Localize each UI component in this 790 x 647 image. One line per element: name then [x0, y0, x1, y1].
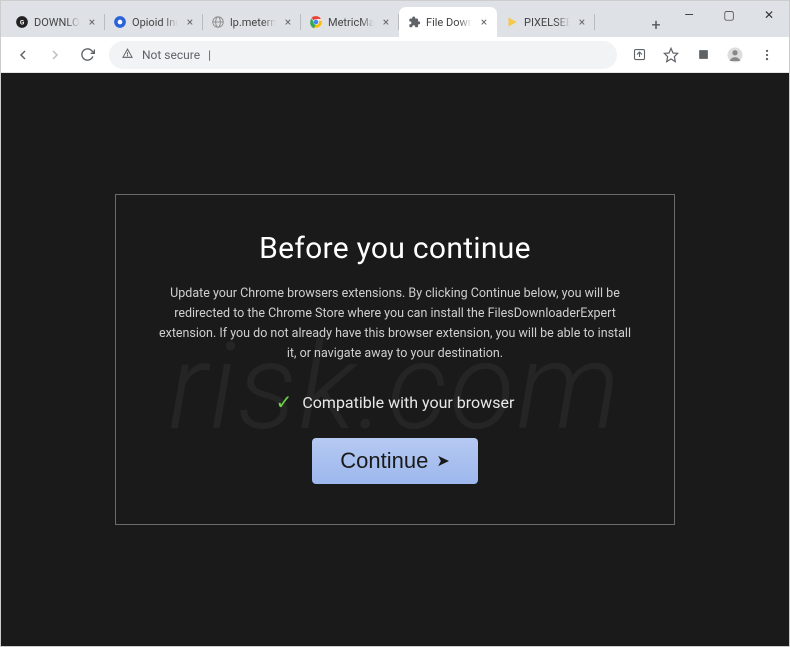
tab-title: lp.metermast	[230, 16, 276, 29]
url-text: |	[208, 48, 211, 62]
tab-close-icon[interactable]: ×	[477, 15, 491, 29]
tab-3[interactable]: MetricMaster ×	[301, 7, 399, 37]
page-content: risk.com Before you continue Update your…	[1, 73, 789, 646]
browser-window: GDOWNLOAD×Opioid Induc×lp.metermast×Metr…	[0, 0, 790, 647]
tab-1[interactable]: Opioid Induc ×	[105, 7, 203, 37]
tab-favicon-icon	[505, 15, 519, 29]
forward-button[interactable]	[41, 41, 69, 69]
compatibility-text: Compatible with your browser	[302, 393, 514, 412]
tab-5[interactable]: PIXELSEE | Yo ×	[497, 7, 595, 37]
compatibility-row: ✓ Compatible with your browser	[156, 390, 634, 414]
security-label: Not secure	[142, 48, 200, 62]
tab-favicon-icon	[309, 15, 323, 29]
tab-0[interactable]: G DOWNLOAD ×	[7, 7, 105, 37]
tab-close-icon[interactable]: ×	[379, 15, 393, 29]
modal-body-text: Update your Chrome browsers extensions. …	[156, 284, 634, 364]
tab-4[interactable]: File Download ×	[399, 7, 497, 37]
minimize-button[interactable]: —	[669, 1, 709, 29]
tab-2[interactable]: lp.metermast ×	[203, 7, 301, 37]
arrow-right-icon: ➤	[436, 451, 449, 471]
tab-close-icon[interactable]: ×	[281, 15, 295, 29]
tab-title: MetricMaster	[328, 16, 374, 29]
svg-text:G: G	[20, 18, 25, 26]
continue-button[interactable]: Continue ➤	[312, 438, 477, 484]
bookmark-star-icon[interactable]	[657, 41, 685, 69]
not-secure-icon	[121, 47, 134, 63]
maximize-button[interactable]: ▢	[709, 1, 749, 29]
checkmark-icon: ✓	[276, 390, 293, 414]
continue-modal: Before you continue Update your Chrome b…	[115, 194, 675, 525]
tab-favicon-icon	[407, 15, 421, 29]
tab-title: File Download	[426, 16, 472, 29]
menu-icon[interactable]	[753, 41, 781, 69]
reload-button[interactable]	[73, 41, 101, 69]
window-controls: — ▢ ✕	[669, 1, 789, 37]
share-icon[interactable]	[625, 41, 653, 69]
close-window-button[interactable]: ✕	[749, 1, 789, 29]
tab-favicon-icon: G	[15, 15, 29, 29]
tab-close-icon[interactable]: ×	[183, 15, 197, 29]
omnibox[interactable]: Not secure |	[109, 41, 617, 69]
extensions-icon[interactable]	[689, 41, 717, 69]
tab-strip: GDOWNLOAD×Opioid Induc×lp.metermast×Metr…	[7, 1, 639, 37]
tab-close-icon[interactable]: ×	[85, 15, 99, 29]
modal-heading: Before you continue	[156, 231, 634, 266]
tab-title: Opioid Induc	[132, 16, 178, 29]
tab-close-icon[interactable]: ×	[575, 15, 589, 29]
tab-title: PIXELSEE | Yo	[524, 16, 570, 29]
continue-button-label: Continue	[340, 448, 428, 474]
titlebar: GDOWNLOAD×Opioid Induc×lp.metermast×Metr…	[1, 1, 789, 37]
tab-favicon-icon	[113, 15, 127, 29]
tab-title: DOWNLOAD	[34, 16, 80, 29]
profile-icon[interactable]	[721, 41, 749, 69]
new-tab-button[interactable]: +	[643, 11, 669, 37]
back-button[interactable]	[9, 41, 37, 69]
tab-favicon-icon	[211, 15, 225, 29]
address-bar: Not secure |	[1, 37, 789, 73]
